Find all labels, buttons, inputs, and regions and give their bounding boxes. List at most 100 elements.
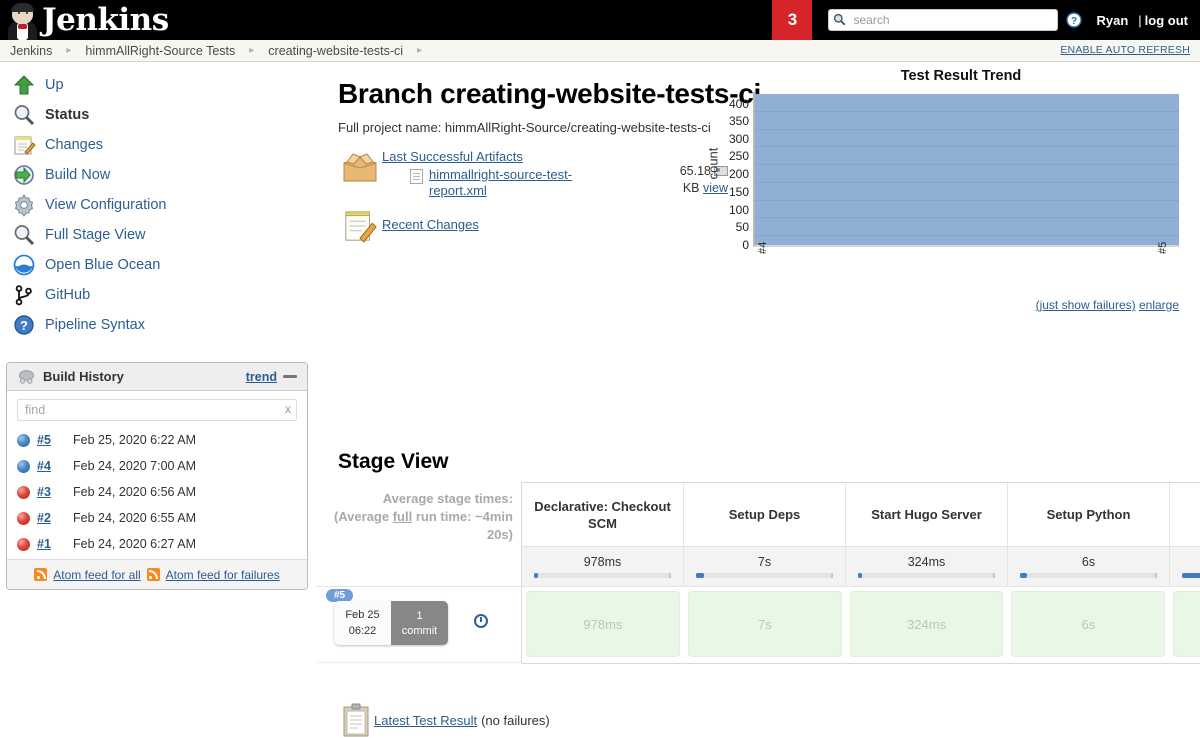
run-stage-cell[interactable]: 978ms xyxy=(526,591,680,657)
gear-icon xyxy=(12,193,36,217)
magnifier-icon xyxy=(12,103,36,127)
build-number-link[interactable]: #5 xyxy=(37,433,73,447)
sidebar-item-full-stage-view[interactable]: Full Stage View xyxy=(0,220,316,250)
run-stage-cell[interactable]: 324ms xyxy=(850,591,1004,657)
just-show-failures-link[interactable]: (just show failures) xyxy=(1036,298,1136,312)
clear-find-icon[interactable]: x xyxy=(285,402,291,416)
jenkins-brand-link[interactable]: Jenkins xyxy=(0,0,169,40)
stage-view-left-gutter: Average stage times: (Average full run t… xyxy=(316,482,521,586)
error-count-badge[interactable]: 3 xyxy=(772,0,812,40)
chevron-right-icon: ▸ xyxy=(66,45,71,56)
test-result-trend-chart: Test Result Trend count 400 350 300 250 … xyxy=(701,64,1181,277)
build-number-link[interactable]: #4 xyxy=(37,459,73,473)
stage-column[interactable]: Declarative: Checkout SCM 978ms xyxy=(522,483,684,586)
y-tick: 300 xyxy=(729,132,749,146)
x-tick: #4 xyxy=(757,242,769,254)
trend-link: trend xyxy=(246,370,277,384)
atom-feed-failures-link[interactable]: Atom feed for failures xyxy=(166,568,280,582)
help-icon[interactable]: ? xyxy=(1066,12,1082,28)
stage-column[interactable]: Setup Deps 7s xyxy=(684,483,846,586)
run-stage-cell[interactable]: 7s xyxy=(688,591,842,657)
stage-duration-bar xyxy=(696,573,833,578)
build-history-row[interactable]: #3 Feb 24, 2020 6:56 AM xyxy=(7,479,307,505)
breadcrumb-item-0[interactable]: Jenkins xyxy=(10,44,52,58)
enable-auto-refresh-link[interactable]: ENABLE AUTO REFRESH xyxy=(1060,44,1190,56)
stage-average: 7s xyxy=(684,546,845,586)
sidebar-item-up[interactable]: Up xyxy=(0,70,316,100)
stage-column[interactable]: Start Hugo Server 324ms xyxy=(846,483,1008,586)
sidebar-item-open-blue-ocean[interactable]: Open Blue Ocean xyxy=(0,250,316,280)
avg-post: run time: ~4min 20s) xyxy=(412,509,513,542)
build-history-row[interactable]: #5 Feb 25, 2020 6:22 AM xyxy=(7,427,307,453)
stage-columns: Declarative: Checkout SCM 978ms Setup De… xyxy=(521,482,1200,586)
enlarge-link[interactable]: enlarge xyxy=(1139,298,1179,312)
status-ball-blue-icon xyxy=(17,460,30,473)
status-ball-red-icon xyxy=(17,512,30,525)
sidebar-item-changes[interactable]: Changes xyxy=(0,130,316,160)
recent-changes-link[interactable]: Recent Changes xyxy=(382,217,479,232)
sidebar-item-label: Pipeline Syntax xyxy=(45,317,145,333)
stage-average-time: 978ms xyxy=(584,555,622,569)
run-stage-cell[interactable]: 4min 0s xyxy=(1173,591,1200,657)
chart-y-axis-label: count xyxy=(705,148,720,180)
clock-icon[interactable] xyxy=(474,614,488,628)
run-stage-cell[interactable]: 6s xyxy=(1011,591,1165,657)
logout-link[interactable]: |log out xyxy=(1138,13,1188,28)
run-stage-cell-wrap: 324ms xyxy=(846,591,1008,657)
breadcrumb-item-1[interactable]: himmAllRight-Source Tests xyxy=(85,44,235,58)
build-number-link[interactable]: #3 xyxy=(37,485,73,499)
svg-text:?: ? xyxy=(20,318,28,333)
commit-label: commit xyxy=(402,625,437,637)
chart-plot-area xyxy=(753,92,1179,247)
stage-duration-bar xyxy=(1020,573,1157,578)
last-successful-artifacts-link[interactable]: Last Successful Artifacts xyxy=(382,149,523,164)
build-date: Feb 24, 2020 6:56 AM xyxy=(73,485,196,499)
stage-column[interactable]: Run Tests 4min 0s xyxy=(1170,483,1200,586)
top-header-bar: Jenkins 3 ? Ryan |log out xyxy=(0,0,1200,40)
build-history-trend-control[interactable]: trend xyxy=(246,370,297,384)
sidebar-item-github[interactable]: GitHub xyxy=(0,280,316,310)
avg-full-word: full xyxy=(393,509,413,524)
run-commit-box[interactable]: Feb 25 06:22 1 commit xyxy=(334,601,448,645)
y-tick: 100 xyxy=(729,203,749,217)
artifacts-section: Last Successful Artifacts himmallright-s… xyxy=(338,149,718,243)
run-stage-cells: 978ms 7s 324ms 6s 4min 0s 199m xyxy=(521,587,1200,664)
artifact-file-link[interactable]: himmallright-source-test-report.xml xyxy=(429,167,579,199)
sidebar-item-label: Open Blue Ocean xyxy=(45,257,160,273)
search-input[interactable] xyxy=(828,9,1058,31)
stage-duration-bar xyxy=(858,573,995,578)
trend-slider-icon xyxy=(283,375,297,378)
build-history-title: Build History xyxy=(43,369,124,384)
run-time: 06:22 xyxy=(349,625,377,637)
build-history-row[interactable]: #2 Feb 24, 2020 6:55 AM xyxy=(7,505,307,531)
run-stage-cell-wrap: 7s xyxy=(684,591,846,657)
status-ball-blue-icon xyxy=(17,434,30,447)
build-number-link[interactable]: #2 xyxy=(37,511,73,525)
sidebar-item-view-configuration[interactable]: View Configuration xyxy=(0,190,316,220)
breadcrumb-item-2[interactable]: creating-website-tests-ci xyxy=(268,44,403,58)
stage-average: 324ms xyxy=(846,546,1007,586)
stage-column[interactable]: Setup Python 6s xyxy=(1008,483,1170,586)
rss-icon xyxy=(34,568,47,581)
stage-name: Setup Deps xyxy=(684,483,845,546)
latest-test-result-link[interactable]: Latest Test Result xyxy=(374,713,477,728)
status-ball-red-icon xyxy=(17,538,30,551)
sidebar-item-build-now[interactable]: Build Now xyxy=(0,160,316,190)
sidebar-item-label: Status xyxy=(45,107,89,123)
user-name-link[interactable]: Ryan xyxy=(1096,13,1128,28)
sidebar-item-pipeline-syntax[interactable]: ? Pipeline Syntax xyxy=(0,310,316,340)
stage-duration-bar xyxy=(1182,573,1200,578)
build-history-find-input[interactable] xyxy=(17,399,297,421)
stage-average: 6s xyxy=(1008,546,1169,586)
atom-feed-all-link[interactable]: Atom feed for all xyxy=(53,568,140,582)
build-history-icon xyxy=(17,369,36,385)
build-history-row[interactable]: #1 Feb 24, 2020 6:27 AM xyxy=(7,531,307,557)
sidebar-item-status[interactable]: Status xyxy=(0,100,316,130)
run-stage-cell-wrap: 978ms xyxy=(522,591,684,657)
build-number-link[interactable]: #1 xyxy=(37,537,73,551)
avg-line-1: Average stage times: xyxy=(316,490,513,508)
stage-average: 4min 0s xyxy=(1170,546,1200,586)
build-history-row[interactable]: #4 Feb 24, 2020 7:00 AM xyxy=(7,453,307,479)
chevron-right-icon: ▸ xyxy=(417,45,422,56)
package-box-icon xyxy=(338,149,382,199)
